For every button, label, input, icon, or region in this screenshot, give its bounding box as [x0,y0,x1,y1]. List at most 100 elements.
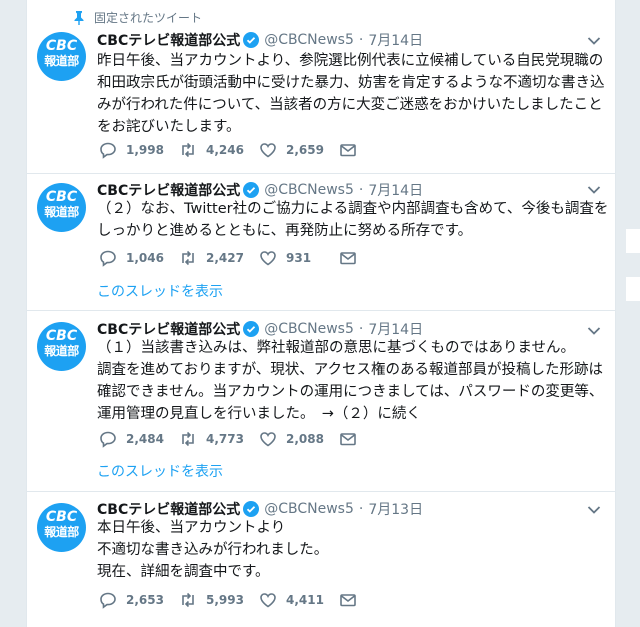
direct-message-button[interactable] [339,591,357,609]
retweet-icon [182,250,194,266]
retweet-button[interactable]: 4,246 [179,141,259,159]
retweet-icon [182,431,194,447]
separator: · [358,321,364,337]
retweet-button[interactable]: 2,427 [179,249,259,267]
avatar-label: 報道部 [44,344,79,358]
envelope-icon [340,594,356,607]
show-thread-link[interactable]: このスレッドを表示 [97,461,223,481]
handle[interactable]: @CBCNews5 [264,321,354,337]
tweet-actions: 1,046 2,427 931 [99,249,357,267]
reply-button[interactable]: 2,484 [99,430,179,448]
timestamp[interactable]: 7月14日 [368,319,423,339]
display-name[interactable]: CBCテレビ報道部公式 [97,499,240,519]
tweet-header: CBCテレビ報道部公式 @CBCNews5 · 7月14日 [97,30,423,50]
reply-button[interactable]: 1,046 [99,249,179,267]
reply-icon [100,431,116,448]
separator: · [358,182,364,198]
avatar[interactable]: CBC 報道部 [37,183,86,232]
like-button[interactable]: 2,659 [259,141,339,159]
reply-count: 2,653 [126,593,164,607]
avatar-label: 報道部 [44,525,79,539]
like-count: 2,659 [286,143,324,157]
tweet[interactable]: CBC 報道部 CBCテレビ報道部公式 @CBCNews5 · 7月14日 （１… [27,310,615,492]
verified-badge-icon [243,32,260,48]
handle[interactable]: @CBCNews5 [264,32,354,48]
tweet-header: CBCテレビ報道部公式 @CBCNews5 · 7月14日 [97,180,423,200]
reply-count: 1,046 [126,251,164,265]
tweet[interactable]: CBC 報道部 CBCテレビ報道部公式 @CBCNews5 · 7月13日 本日… [27,491,615,627]
heart-icon [260,432,276,447]
separator: · [358,32,364,48]
tweet-text: （２）なお、Twitter社のご協力による調査や内部調査も含めて、今後も調査をし… [97,201,609,239]
tweet-header: CBCテレビ報道部公式 @CBCNews5 · 7月14日 [97,319,423,339]
handle[interactable]: @CBCNews5 [264,182,354,198]
verified-badge-icon [243,501,260,517]
retweet-icon [182,142,194,158]
heart-icon [260,143,276,158]
retweet-count: 4,246 [206,143,244,157]
retweet-button[interactable]: 5,993 [179,591,259,609]
timestamp[interactable]: 7月14日 [368,30,423,50]
avatar-logo-text: CBC [45,38,78,54]
retweet-icon [182,592,194,608]
background-fragment [626,277,640,301]
reply-button[interactable]: 2,653 [99,591,179,609]
display-name[interactable]: CBCテレビ報道部公式 [97,180,240,200]
display-name[interactable]: CBCテレビ報道部公式 [97,30,240,50]
reply-icon [100,592,116,609]
retweet-count: 5,993 [206,593,244,607]
tweet-actions: 2,484 4,773 2,088 [99,430,357,448]
like-count: 4,411 [286,593,324,607]
reply-count: 2,484 [126,432,164,446]
like-count: 2,088 [286,432,324,446]
pinned-indicator: 固定されたツイート [73,9,202,26]
reply-button[interactable]: 1,998 [99,141,179,159]
separator: · [358,501,364,517]
background-fragment [626,229,640,253]
chevron-down-icon[interactable] [587,326,601,336]
tweet-text: 昨日午後、当アカウントより、参院選比例代表に立候補している自民党現職の和田政宗氏… [97,53,605,135]
avatar[interactable]: CBC 報道部 [37,322,86,371]
envelope-icon [340,252,356,265]
retweet-count: 4,773 [206,432,244,446]
chevron-down-icon[interactable] [587,505,601,515]
timeline: 固定されたツイート CBC 報道部 CBCテレビ報道部公式 @CBCNews5 … [26,0,616,627]
direct-message-button[interactable] [339,141,357,159]
like-button[interactable]: 931 [259,249,339,267]
tweet-text: （１）当該書き込みは、弊社報道部の意思に基づくものではありません。 調査を進めて… [97,340,604,422]
avatar-logo-text: CBC [45,509,78,525]
verified-badge-icon [243,182,260,198]
reply-count: 1,998 [126,143,164,157]
direct-message-button[interactable] [339,430,357,448]
heart-icon [260,251,276,266]
heart-icon [260,593,276,608]
chevron-down-icon[interactable] [587,185,601,195]
envelope-icon [340,433,356,446]
reply-icon [100,142,116,159]
tweet-header: CBCテレビ報道部公式 @CBCNews5 · 7月13日 [97,499,423,519]
retweet-count: 2,427 [206,251,244,265]
pinned-label: 固定されたツイート [94,11,203,25]
pin-icon [74,10,84,25]
tweet[interactable]: 固定されたツイート CBC 報道部 CBCテレビ報道部公式 @CBCNews5 … [27,0,615,174]
tweet-actions: 1,998 4,246 2,659 [99,141,357,159]
avatar[interactable]: CBC 報道部 [37,32,86,81]
like-count: 931 [286,251,312,265]
avatar-label: 報道部 [44,54,79,68]
tweet[interactable]: CBC 報道部 CBCテレビ報道部公式 @CBCNews5 · 7月14日 （２… [27,173,615,311]
tweet-text: 本日午後、当アカウントより 不適切な書き込みが行われました。 現在、詳細を調査中… [97,520,329,580]
like-button[interactable]: 2,088 [259,430,339,448]
avatar[interactable]: CBC 報道部 [37,503,86,552]
display-name[interactable]: CBCテレビ報道部公式 [97,319,240,339]
avatar-logo-text: CBC [45,189,78,205]
show-thread-link[interactable]: このスレッドを表示 [97,281,223,301]
direct-message-button[interactable] [339,249,357,267]
timestamp[interactable]: 7月14日 [368,180,423,200]
chevron-down-icon[interactable] [587,36,601,46]
verified-badge-icon [243,321,260,337]
timestamp[interactable]: 7月13日 [368,499,423,519]
retweet-button[interactable]: 4,773 [179,430,259,448]
like-button[interactable]: 4,411 [259,591,339,609]
avatar-logo-text: CBC [45,328,78,344]
handle[interactable]: @CBCNews5 [264,501,354,517]
